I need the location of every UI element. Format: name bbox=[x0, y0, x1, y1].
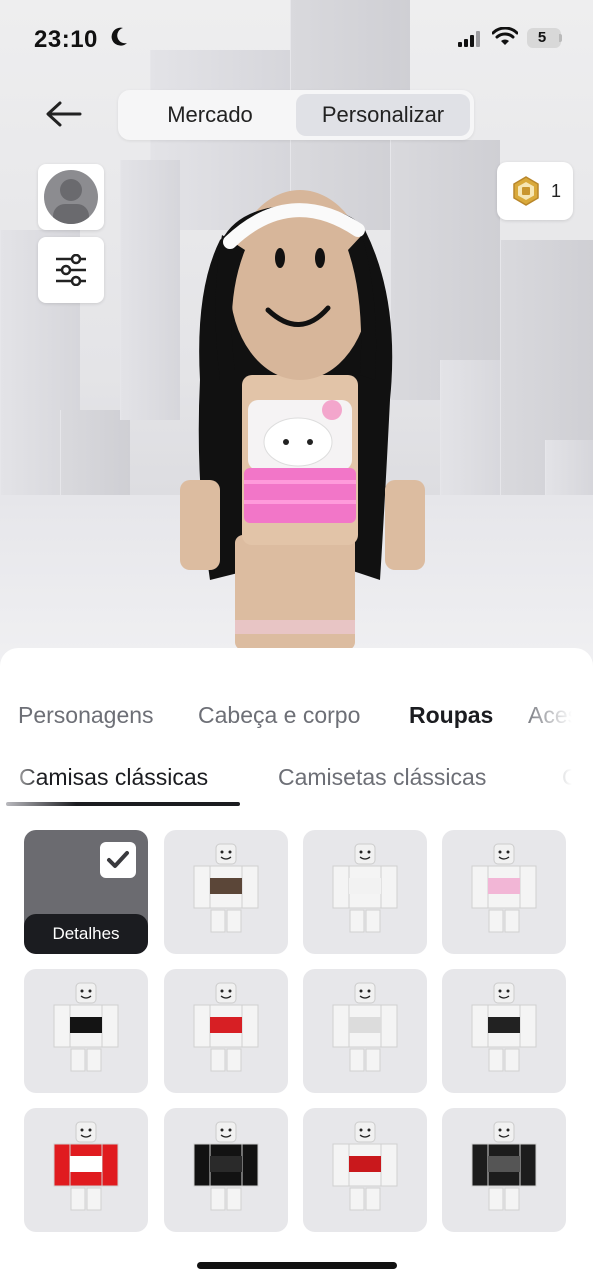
shirt-preview-figure bbox=[332, 1121, 398, 1211]
back-arrow-icon[interactable] bbox=[40, 94, 88, 134]
shirt-item-tile[interactable] bbox=[24, 1108, 148, 1232]
shirt-preview-figure bbox=[193, 1121, 259, 1211]
cellular-signal-icon bbox=[458, 31, 480, 47]
home-indicator bbox=[197, 1262, 397, 1269]
shirt-preview-figure bbox=[53, 982, 119, 1072]
shirt-item-tile[interactable] bbox=[442, 1108, 566, 1232]
shirt-preview-figure bbox=[471, 1121, 537, 1211]
tab-personalizar[interactable]: Personalizar bbox=[296, 94, 470, 136]
avatar-character bbox=[180, 190, 425, 650]
tab-mercado[interactable]: Mercado bbox=[122, 94, 298, 136]
shirt-item-tile[interactable] bbox=[303, 1108, 427, 1232]
shirt-item-tile[interactable] bbox=[442, 969, 566, 1093]
moon-icon bbox=[111, 27, 127, 46]
avatar-icon bbox=[44, 170, 98, 224]
status-time: 23:10 bbox=[34, 26, 98, 53]
sliders-icon bbox=[56, 254, 86, 286]
battery-indicator: 5 bbox=[527, 28, 561, 48]
details-button[interactable]: Detalhes bbox=[24, 914, 148, 954]
mode-switch: Mercado Personalizar bbox=[118, 90, 474, 140]
status-bar: 23:10 5 bbox=[0, 0, 593, 76]
shirt-preview-figure bbox=[471, 982, 537, 1072]
tab-cabeca-e-corpo[interactable]: Cabeça e corpo bbox=[198, 702, 360, 729]
subtab-camisas-classicas[interactable]: Camisas clássicas bbox=[19, 764, 208, 791]
wifi-icon bbox=[492, 27, 518, 45]
shirt-preview-figure bbox=[471, 843, 537, 933]
shirt-preview-figure bbox=[193, 843, 259, 933]
avatar-button[interactable] bbox=[38, 164, 104, 230]
robux-count: 1 bbox=[551, 181, 562, 201]
settings-sliders-button[interactable] bbox=[38, 237, 104, 303]
shirt-item-tile[interactable]: Detalhes bbox=[24, 830, 148, 954]
subtab-camisetas-classicas[interactable]: Camisetas clássicas bbox=[278, 764, 486, 791]
tab-acessorios[interactable]: Aces bbox=[528, 702, 579, 729]
battery-level: 5 bbox=[537, 29, 547, 46]
subtab-active-indicator bbox=[6, 802, 240, 806]
shirt-item-tile[interactable] bbox=[164, 1108, 288, 1232]
shirt-preview-figure bbox=[193, 982, 259, 1072]
shirt-item-tile[interactable] bbox=[24, 969, 148, 1093]
checkmark-icon bbox=[100, 842, 136, 878]
shirt-item-tile[interactable] bbox=[303, 969, 427, 1093]
robux-icon bbox=[513, 176, 539, 206]
tab-roupas[interactable]: Roupas bbox=[409, 702, 493, 729]
shirt-item-tile[interactable] bbox=[164, 969, 288, 1093]
shirt-item-tile[interactable] bbox=[442, 830, 566, 954]
shirt-preview-figure bbox=[332, 843, 398, 933]
battery-tip bbox=[559, 34, 562, 42]
shirt-preview-figure bbox=[53, 1121, 119, 1211]
subtab-next[interactable]: Ca bbox=[562, 764, 591, 791]
shirt-preview-figure bbox=[332, 982, 398, 1072]
shirt-item-tile[interactable] bbox=[303, 830, 427, 954]
tab-personagens[interactable]: Personagens bbox=[18, 702, 154, 729]
shirt-item-tile[interactable] bbox=[164, 830, 288, 954]
robux-balance-button[interactable]: 1 bbox=[497, 162, 573, 220]
